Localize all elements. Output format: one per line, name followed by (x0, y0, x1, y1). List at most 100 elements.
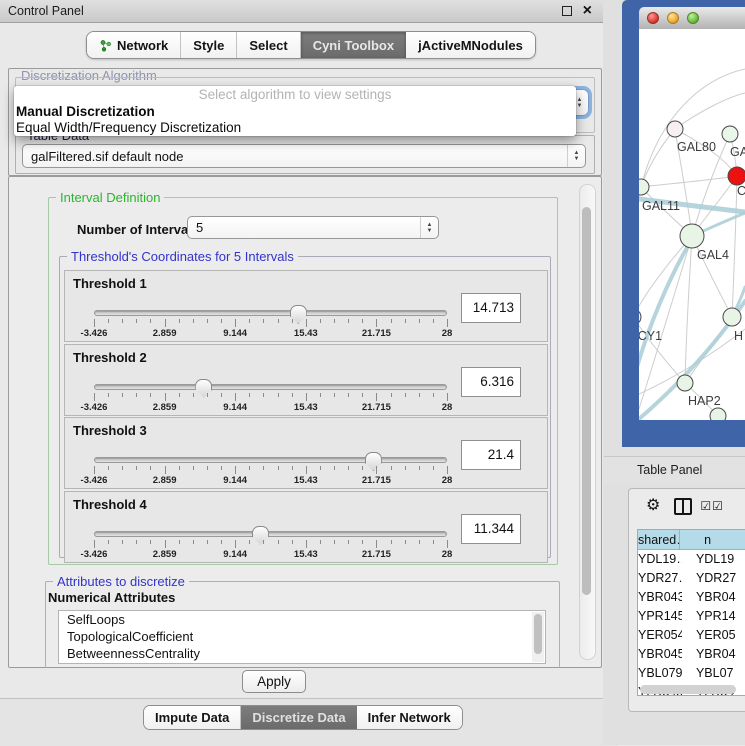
tick-mark (263, 393, 264, 397)
tick-mark (334, 540, 335, 544)
panel-scrollbar[interactable] (579, 184, 596, 660)
table-cell[interactable]: YBR043C (638, 588, 682, 607)
table-data-combo[interactable]: galFiltered.sif default node ▲▼ (22, 144, 586, 168)
network-edge[interactable] (639, 236, 692, 317)
number-of-intervals-label: Number of Intervals (77, 222, 199, 237)
slider-track[interactable] (94, 531, 447, 537)
checkbox-checked-icon[interactable]: ☑ (712, 499, 723, 513)
table-horizontal-scrollbar[interactable] (640, 685, 744, 694)
network-edge[interactable] (639, 317, 685, 383)
table-row[interactable]: YDR27…YDR27 (638, 569, 745, 588)
table-cell[interactable]: YBR045C (638, 645, 682, 664)
network-node[interactable] (710, 408, 726, 420)
table-hscrollbar-thumb[interactable] (640, 685, 736, 694)
table-cell[interactable]: YDR27… (638, 569, 682, 588)
tab-cyni-toolbox[interactable]: Cyni Toolbox (301, 32, 406, 58)
table-cell[interactable]: YER05 (682, 626, 745, 645)
table-cell[interactable]: YDL19 (682, 550, 745, 569)
tab-network[interactable]: Network (87, 32, 181, 58)
zoom-traffic-light-icon[interactable] (687, 12, 699, 24)
network-node-hap2[interactable] (677, 375, 693, 391)
table-cell[interactable]: YBL07 (682, 664, 745, 683)
threshold-slider[interactable]: -3.4262.8599.14415.4321.71528 (94, 452, 447, 486)
threshold-value-field[interactable]: 11.344 (461, 514, 521, 544)
network-edge[interactable] (641, 176, 737, 187)
network-node-h[interactable] (723, 308, 741, 326)
table-row[interactable]: YER054CYER05 (638, 626, 745, 645)
network-window-frame[interactable]: GAL80GACGAL11GAL4GCY1HHAP2 (622, 0, 745, 447)
table-row[interactable]: YBR045CYBR04 (638, 645, 745, 664)
slider-tick-labels: -3.4262.8599.14415.4321.71528 (94, 328, 447, 339)
network-edge[interactable] (675, 93, 745, 129)
threshold-value-field[interactable]: 21.4 (461, 440, 521, 470)
table-cell[interactable]: YDL19… (638, 550, 682, 569)
combo-arrows-icon[interactable]: ▲▼ (420, 217, 438, 238)
table-cell[interactable]: YBR04 (682, 645, 745, 664)
float-window-icon[interactable] (562, 6, 572, 16)
close-traffic-light-icon[interactable] (647, 12, 659, 24)
number-of-intervals-combo[interactable]: 5 ▲▼ (187, 216, 439, 239)
list-item[interactable]: TopologicalCoefficient (59, 628, 545, 645)
dropdown-option[interactable]: Equal Width/Frequency Discretization (14, 120, 576, 136)
apply-button[interactable]: Apply (242, 670, 306, 693)
interval-definition-title: Interval Definition (56, 190, 164, 205)
table-cell[interactable]: YPR145W (638, 607, 682, 626)
table-row[interactable]: YDL19…YDL19 (638, 550, 745, 569)
tab-select[interactable]: Select (237, 32, 300, 58)
slider-track[interactable] (94, 310, 447, 316)
list-scrollbar-thumb[interactable] (534, 614, 542, 654)
tick-value-label: -3.426 (81, 549, 108, 560)
table-cell[interactable]: YDR27 (682, 569, 745, 588)
threshold-slider[interactable]: -3.4262.8599.14415.4321.71528 (94, 379, 447, 413)
network-edge[interactable] (685, 236, 692, 383)
network-node-gal4[interactable] (680, 224, 704, 248)
split-columns-icon[interactable] (674, 498, 692, 515)
node-table[interactable]: shared…n YDL19…YDL19YDR27…YDR27YBR043CYB… (637, 529, 745, 696)
list-item[interactable]: SelfLoops (59, 611, 545, 628)
network-node[interactable] (728, 167, 745, 185)
settings-gear-icon[interactable]: ⚙ (646, 497, 660, 515)
minimize-traffic-light-icon[interactable] (667, 12, 679, 24)
top-tab-bar: NetworkStyleSelectCyni ToolboxjActiveMNo… (86, 31, 536, 59)
list-item[interactable]: BetweennessCentrality (59, 645, 545, 662)
table-cell[interactable]: YBR04 (682, 588, 745, 607)
network-edge-thick[interactable] (639, 239, 692, 367)
tab-style[interactable]: Style (181, 32, 237, 58)
network-edge[interactable] (639, 187, 641, 317)
threshold-value-field[interactable]: 14.713 (461, 293, 521, 323)
network-node-gal11[interactable] (639, 179, 649, 195)
slider-track[interactable] (94, 457, 447, 463)
tick-mark (108, 466, 109, 470)
table-column-header[interactable]: shared… (638, 530, 680, 550)
threshold-slider[interactable]: -3.4262.8599.14415.4321.71528 (94, 526, 447, 560)
combo-arrows-icon[interactable]: ▲▼ (567, 145, 585, 167)
tab-jactivemnodules[interactable]: jActiveMNodules (406, 32, 535, 58)
network-canvas[interactable]: GAL80GACGAL11GAL4GCY1HHAP2 (639, 29, 745, 420)
network-node-gcy1[interactable] (639, 309, 641, 325)
numerical-attributes-list[interactable]: SelfLoopsTopologicalCoefficientBetweenne… (58, 610, 546, 664)
dropdown-option[interactable]: Manual Discretization (14, 104, 576, 120)
table-row[interactable]: YPR145WYPR14 (638, 607, 745, 626)
table-row[interactable]: YBR043CYBR04 (638, 588, 745, 607)
threshold-slider[interactable]: -3.4262.8599.14415.4321.71528 (94, 305, 447, 339)
bottom-tab-infer-network[interactable]: Infer Network (357, 706, 462, 729)
network-edge[interactable] (641, 129, 675, 187)
table-cell[interactable]: YPR14 (682, 607, 745, 626)
slider-track[interactable] (94, 384, 447, 390)
bottom-tab-impute-data[interactable]: Impute Data (144, 706, 241, 729)
bottom-tab-discretize-data[interactable]: Discretize Data (241, 706, 356, 729)
list-scrollbar[interactable] (532, 612, 544, 662)
table-row[interactable]: YBL079WYBL07 (638, 664, 745, 683)
close-icon[interactable]: × (583, 6, 592, 16)
panel-scrollbar-thumb[interactable] (582, 207, 591, 595)
dropdown-prompt-item[interactable]: Select algorithm to view settings (14, 86, 576, 104)
checkbox-checked-icon[interactable]: ☑ (700, 499, 711, 513)
table-column-header[interactable]: n (680, 530, 745, 550)
network-node-gal80[interactable] (667, 121, 683, 137)
table-cell[interactable]: YBL079W (638, 664, 682, 683)
table-cell[interactable]: YER054C (638, 626, 682, 645)
network-node[interactable] (722, 126, 738, 142)
tick-value-label: 9.144 (223, 475, 247, 486)
tick-mark (94, 319, 95, 327)
threshold-value-field[interactable]: 6.316 (461, 367, 521, 397)
